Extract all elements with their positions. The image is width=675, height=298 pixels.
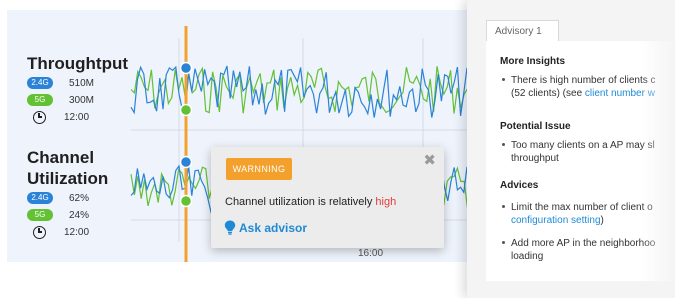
issue-bullet: Too many clients on a AP may sl throughp…	[502, 139, 655, 165]
clock-icon	[33, 225, 46, 239]
legend-row-5g: 5G 24%	[27, 207, 108, 223]
clock-icon	[33, 110, 46, 124]
throughput-legend: Throughtput 2.4G 510M 5G 300M 12:00	[27, 53, 128, 125]
configuration-setting-link[interactable]: configuration setting	[511, 215, 601, 226]
badge-2-4g: 2.4G	[27, 77, 53, 89]
lightbulb-icon	[224, 220, 236, 235]
legend-row-time: 12:00	[27, 224, 108, 240]
throughput-2g-value: 510M	[69, 77, 95, 89]
advisory-card: More Insights There is high number of cl…	[486, 41, 675, 281]
badge-5g: 5G	[27, 94, 53, 106]
warning-popup: WARNNING ✖ Channel utilization is relati…	[211, 147, 444, 248]
legend-row-2g: 2.4G 510M	[27, 75, 128, 91]
x-axis-tick-label: 16:00	[358, 248, 384, 259]
advice-bullet-line1: Limit the max number of client o	[511, 202, 653, 213]
client-number-link[interactable]: client number w	[585, 88, 655, 99]
badge-2-4g: 2.4G	[27, 192, 53, 204]
advice-bullet-suffix: )	[600, 215, 604, 226]
ask-advisor-label: Ask advisor	[239, 220, 308, 235]
advice-bullet: Add more AP in the neighborhoo loading	[502, 237, 655, 263]
section-title-issue: Potential Issue	[500, 121, 571, 132]
utilization-title-line1: Channel	[27, 148, 95, 167]
utilization-title-line2: Utilization	[27, 169, 109, 188]
advisory-drawer: Advisory 1 More Insights There is high n…	[467, 0, 675, 298]
insight-bullet-line1: There is high number of clients c	[511, 75, 656, 86]
utilization-legend: Channel Utilization 2.4G 62% 5G 24% 12:0…	[27, 147, 108, 240]
utilization-5g-value: 24%	[69, 209, 90, 221]
utilization-time: 12:00	[64, 226, 90, 238]
cursor-marker-2g	[179, 155, 193, 169]
badge-5g: 5G	[27, 209, 53, 221]
section-title-insights: More Insights	[500, 56, 566, 67]
advice-bullet-line2: loading	[511, 251, 544, 262]
insight-bullet: There is high number of clients c (52 cl…	[502, 74, 656, 100]
popup-message-highlight: high	[375, 196, 397, 208]
issue-bullet-line1: Too many clients on a AP may sl	[511, 140, 655, 151]
issue-bullet-line2: throughput	[511, 153, 559, 164]
popup-message-text: Channel utilization is relatively	[225, 196, 376, 208]
close-icon[interactable]: ✖	[423, 153, 436, 169]
throughput-5g-value: 300M	[69, 94, 95, 106]
cursor-marker-2g	[179, 61, 193, 75]
ask-advisor-link[interactable]: Ask advisor	[224, 220, 307, 235]
legend-row-time: 12:00	[27, 109, 128, 125]
utilization-2g-value: 62%	[69, 192, 90, 204]
throughput-title: Throughtput	[27, 54, 129, 73]
advice-bullet: Limit the max number of client o configu…	[502, 201, 653, 227]
warning-badge: WARNNING	[226, 158, 292, 180]
legend-row-2g: 2.4G 62%	[27, 190, 108, 206]
cursor-marker-5g	[179, 103, 193, 117]
advice-bullet-line1: Add more AP in the neighborhoo	[511, 238, 656, 249]
legend-row-5g: 5G 300M	[27, 92, 128, 108]
insight-bullet-line2: (52 clients) (see	[511, 88, 585, 99]
throughput-time: 12:00	[64, 111, 90, 123]
section-title-advices: Advices	[500, 180, 539, 191]
popup-message: Channel utilization is relatively high	[225, 196, 396, 208]
cursor-marker-5g	[179, 194, 193, 208]
tab-advisory-1[interactable]: Advisory 1	[486, 20, 559, 42]
